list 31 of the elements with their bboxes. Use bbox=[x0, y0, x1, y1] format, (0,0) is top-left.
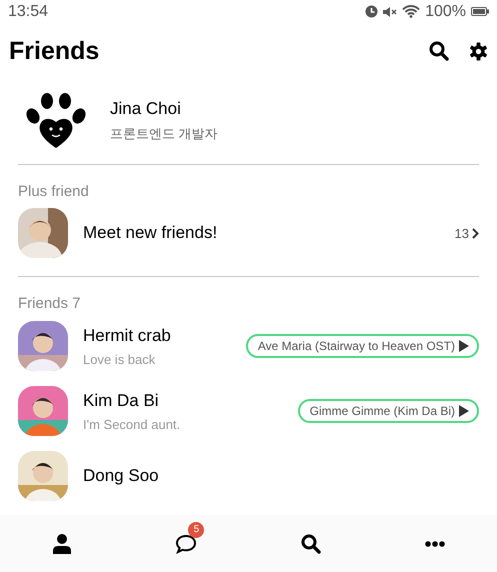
status-time: 13:54 bbox=[8, 2, 48, 21]
plus-friend-label[interactable]: Meet new friends! bbox=[83, 223, 218, 243]
settings-icon[interactable] bbox=[469, 42, 488, 61]
friend-name[interactable]: Kim Da Bi bbox=[83, 390, 180, 410]
unread-badge: 5 bbox=[188, 522, 204, 538]
friend-name[interactable]: Dong Soo bbox=[83, 466, 159, 486]
battery-icon bbox=[471, 7, 489, 16]
more-icon[interactable] bbox=[424, 540, 445, 546]
play-icon bbox=[459, 340, 469, 352]
profile-status: 프론트엔드 개발자 bbox=[110, 124, 218, 143]
play-icon bbox=[459, 405, 469, 417]
music-pill[interactable]: Gimme Gimme (Kim Da Bi) bbox=[298, 399, 479, 423]
friend-name[interactable]: Hermit crab bbox=[83, 326, 171, 346]
plus-friend-count[interactable]: 13 bbox=[454, 226, 479, 240]
page-title: Friends bbox=[9, 36, 100, 66]
search-icon[interactable] bbox=[300, 534, 321, 554]
profile-name: Jina Choi bbox=[110, 98, 182, 119]
wifi-icon bbox=[402, 5, 420, 18]
person-icon[interactable] bbox=[53, 534, 72, 554]
friend-status: I'm Second aunt. bbox=[83, 416, 180, 432]
chat-icon[interactable] bbox=[175, 534, 198, 554]
alarm-icon bbox=[365, 5, 378, 18]
friend-status: Love is back bbox=[83, 352, 156, 366]
battery-percent: 100% bbox=[425, 2, 466, 21]
mute-icon bbox=[383, 6, 398, 18]
search-icon[interactable] bbox=[429, 41, 449, 62]
chevron-right-icon bbox=[472, 228, 479, 238]
music-pill[interactable]: Ave Maria (Stairway to Heaven OST) bbox=[246, 334, 479, 358]
section-heading: Friends 7 bbox=[18, 295, 82, 312]
section-heading: Plus friend bbox=[18, 183, 90, 200]
paw-logo-icon bbox=[26, 92, 86, 150]
